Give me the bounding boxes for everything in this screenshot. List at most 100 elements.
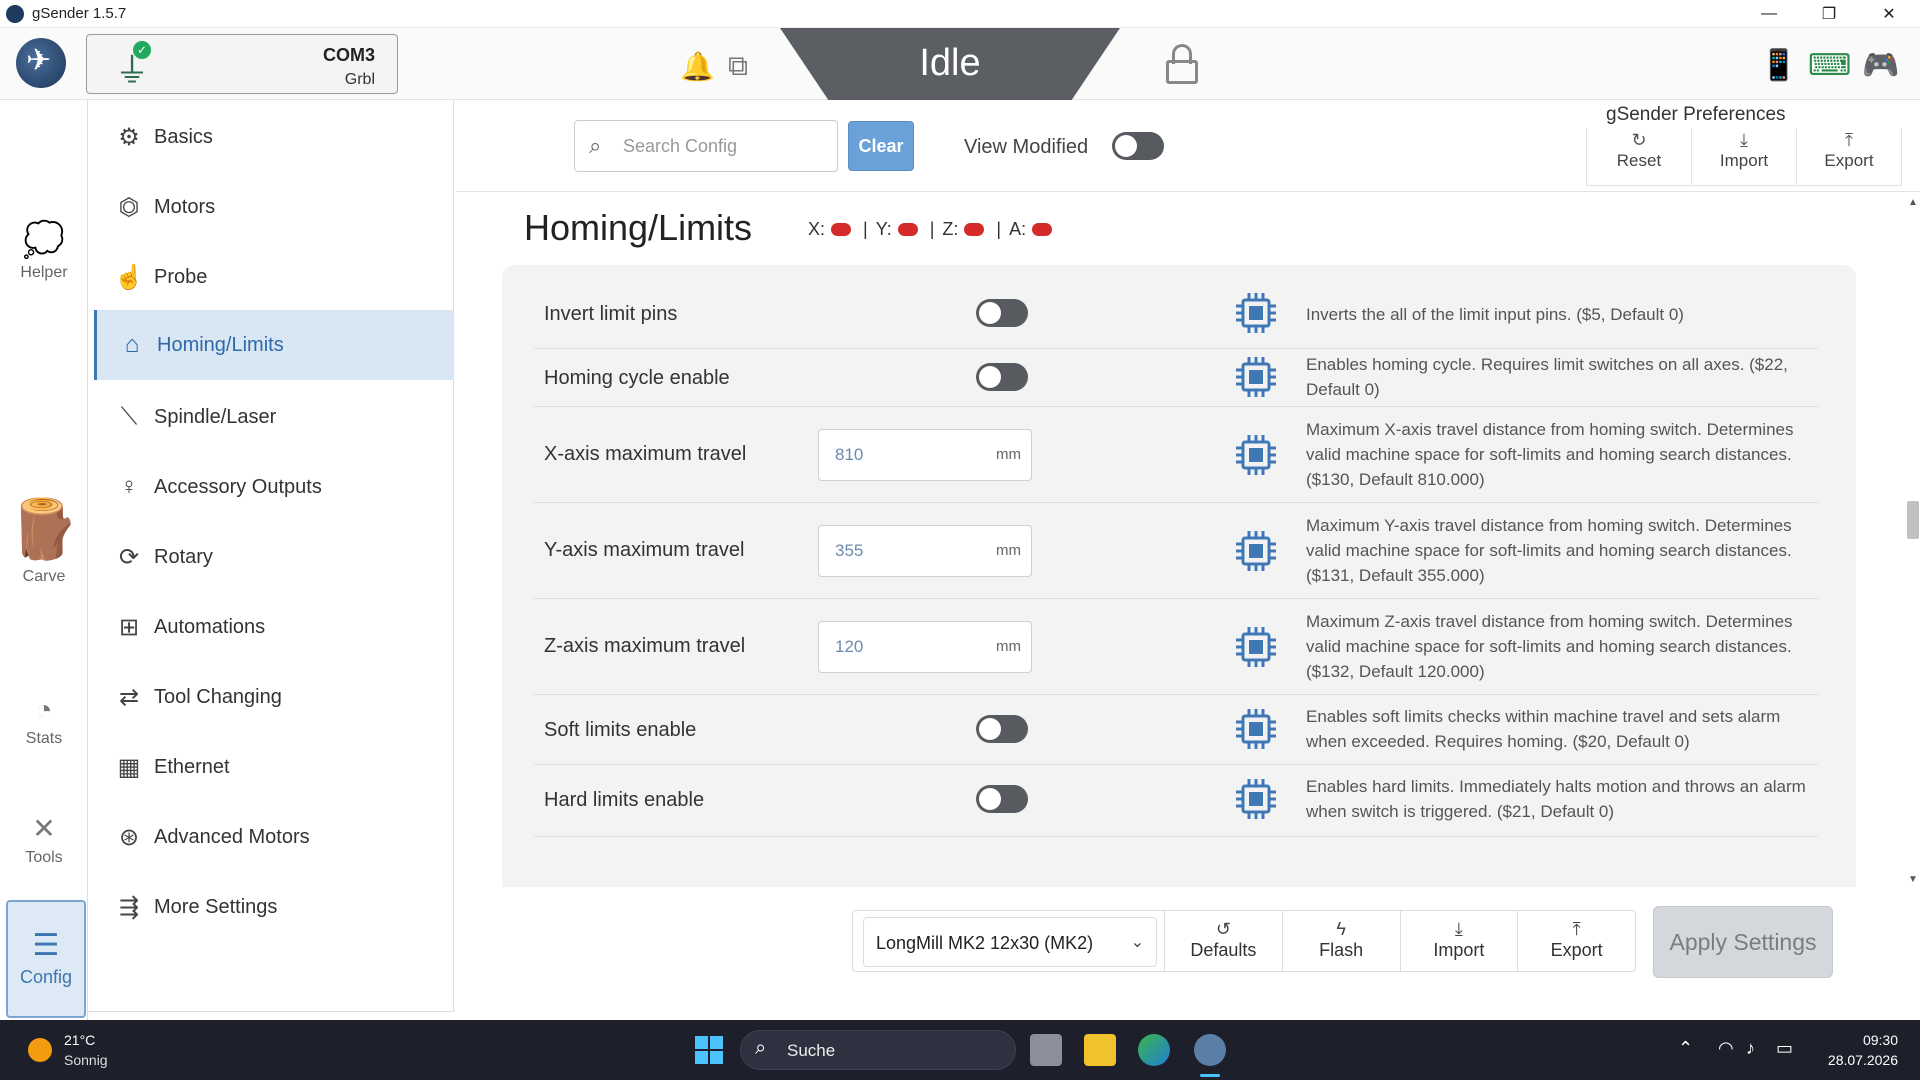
config-toolbar: ⌕ Clear View Modified gSender Preference… — [456, 100, 1920, 192]
nav-item-accessory-outputs[interactable]: ♀ Accessory Outputs — [94, 452, 454, 522]
task-view-icon[interactable] — [1030, 1034, 1062, 1066]
nav-item-ethernet[interactable]: ▦ Ethernet — [94, 732, 454, 802]
hard-limits-enable-toggle[interactable] — [976, 785, 1028, 813]
rail-item-tools[interactable]: ✕ Tools — [0, 812, 88, 867]
prefs-export-button[interactable]: ⤒ Export — [1797, 128, 1901, 185]
probe-icon: ☝ — [114, 263, 144, 291]
scroll-up-icon[interactable]: ▲ — [1908, 197, 1918, 208]
z-limit-indicator — [964, 223, 985, 236]
nav-item-basics[interactable]: ⚙ Basics — [94, 102, 454, 172]
setting-description: Maximum Z-axis travel distance from homi… — [1306, 612, 1793, 681]
motor-icon: ⏣ — [118, 193, 140, 221]
apply-settings-button[interactable]: Apply Settings — [1653, 906, 1833, 978]
reset-icon: ↻ — [1631, 130, 1647, 150]
edge-browser-icon[interactable] — [1138, 1034, 1170, 1066]
settings-panel: Invert limit pins Inverts the all of the… — [502, 265, 1856, 887]
export-settings-button[interactable]: ⤒ Export — [1518, 911, 1635, 971]
port-label: COM3 — [322, 45, 375, 65]
view-modified-toggle[interactable] — [1112, 132, 1164, 160]
chip-icon — [1236, 357, 1276, 397]
export-icon: ⤒ — [1845, 130, 1853, 150]
windows-taskbar: 21°C Sonnig ⌕ Suche ⌃ ◠ ♪ ▭ 09:30 28.07.… — [0, 1020, 1920, 1080]
keyboard-icon[interactable]: ⌨ — [1808, 48, 1851, 83]
x-max-travel-input[interactable]: 810 mm — [818, 429, 1032, 481]
connection-selector[interactable]: ⏚ ✓ COM3 Grbl — [86, 34, 398, 94]
nav-item-homing-limits[interactable]: ⌂ Homing/Limits — [94, 310, 454, 380]
gear-icon: ⚙ — [118, 123, 140, 151]
rail-item-carve[interactable]: 🪵 Carve — [0, 496, 88, 586]
setting-row: X-axis maximum travel 810 mm Maximum X-a… — [534, 407, 1818, 503]
nav-item-probe[interactable]: ☝ Probe — [94, 242, 454, 312]
homing-cycle-enable-toggle[interactable] — [976, 363, 1028, 391]
tray-chevron-icon[interactable]: ⌃ — [1678, 1038, 1693, 1059]
taskbar-search[interactable]: ⌕ Suche — [740, 1030, 1016, 1070]
bell-icon[interactable]: 🔔 — [680, 50, 715, 83]
battery-icon[interactable]: ▭ — [1776, 1038, 1793, 1059]
scroll-thumb[interactable] — [1907, 501, 1919, 539]
window-title: gSender 1.5.7 — [32, 5, 127, 22]
undo-icon: ↺ — [1215, 919, 1231, 939]
rail-item-config[interactable]: ☰ Config — [6, 900, 86, 1018]
nav-item-tool-changing[interactable]: ⇄ Tool Changing — [94, 662, 454, 732]
chip-icon — [1236, 435, 1276, 475]
volume-icon[interactable]: ♪ — [1746, 1038, 1755, 1059]
list-indent-icon: ⇶ — [118, 893, 140, 921]
import-icon: ⤓ — [1740, 130, 1748, 150]
nav-item-automations[interactable]: ⊞ Automations — [94, 592, 454, 662]
wifi-icon[interactable]: ◠ — [1718, 1038, 1734, 1059]
gsender-logo-icon — [16, 38, 66, 88]
nav-item-rotary[interactable]: ⟳ Rotary — [94, 522, 454, 592]
scroll-down-icon[interactable]: ▼ — [1908, 874, 1918, 885]
nav-item-more-settings[interactable]: ⇶ More Settings — [94, 872, 454, 942]
helper-icon: 💭 — [22, 221, 66, 259]
clear-button[interactable]: Clear — [848, 121, 914, 171]
file-explorer-icon[interactable] — [1084, 1034, 1116, 1066]
machine-profile-select[interactable]: LongMill MK2 12x30 (MK2) ⌄ — [853, 911, 1165, 971]
ethernet-icon: ▦ — [117, 753, 141, 781]
setting-description: Enables hard limits. Immediately halts m… — [1306, 777, 1806, 821]
app-logo-icon — [6, 4, 24, 23]
carve-icon: 🪵 — [7, 497, 81, 562]
close-button[interactable]: ✕ — [1860, 0, 1918, 28]
windows-start-icon[interactable] — [695, 1036, 723, 1064]
chip-icon — [1236, 779, 1276, 819]
search-input[interactable] — [623, 131, 823, 161]
nav-item-motors[interactable]: ⏣ Motors — [94, 172, 454, 242]
gsender-taskbar-icon[interactable] — [1194, 1034, 1226, 1066]
a-limit-indicator — [1032, 223, 1053, 236]
setting-label: Y-axis maximum travel — [544, 539, 745, 561]
rail-item-stats[interactable]: ◔ Stats — [0, 694, 88, 748]
import-settings-button[interactable]: ⤓ Import — [1401, 911, 1519, 971]
flash-button[interactable]: ϟ Flash — [1283, 911, 1401, 971]
search-icon: ⌕ — [755, 1037, 767, 1059]
gamepad-icon[interactable]: 🎮 — [1862, 48, 1899, 83]
minimize-button[interactable]: — — [1740, 0, 1798, 28]
top-header: ⏚ ✓ COM3 Grbl 🔔 ⧉ Idle 📱 ⌨ 🎮 — [0, 28, 1920, 104]
lock-icon[interactable] — [1166, 44, 1198, 84]
sun-icon — [28, 1038, 52, 1062]
content-scrollbar[interactable]: ▲ ▼ — [1904, 193, 1920, 887]
z-max-travel-input[interactable]: 120 mm — [818, 621, 1032, 673]
taskbar-clock[interactable]: 09:30 28.07.2026 — [1828, 1030, 1898, 1070]
setting-row: Soft limits enable Enables soft limits c… — [534, 695, 1818, 765]
y-max-travel-input[interactable]: 355 mm — [818, 525, 1032, 577]
remote-phone-icon[interactable]: 📱 — [1760, 48, 1797, 83]
rotary-icon: ⟳ — [118, 543, 140, 571]
restore-button[interactable]: ❐ — [1800, 0, 1858, 28]
prefs-reset-button[interactable]: ↻ Reset — [1587, 128, 1692, 185]
view-modified-label: View Modified — [964, 136, 1089, 158]
defaults-button[interactable]: ↺ Defaults — [1165, 911, 1283, 971]
tools-icon: ✕ — [32, 813, 56, 844]
setting-label: Soft limits enable — [544, 719, 697, 741]
spindle-icon: ⟍ — [120, 403, 138, 430]
invert-limit-pins-toggle[interactable] — [976, 299, 1028, 327]
prefs-import-button[interactable]: ⤓ Import — [1692, 128, 1797, 185]
rail-item-helper[interactable]: 💭 Helper — [0, 220, 88, 282]
workflow-icon[interactable]: ⧉ — [728, 50, 748, 83]
soft-limits-enable-toggle[interactable] — [976, 715, 1028, 743]
y-limit-indicator — [897, 223, 918, 236]
setting-row: Y-axis maximum travel 355 mm Maximum Y-a… — [534, 503, 1818, 599]
nav-item-spindle-laser[interactable]: ⟍ Spindle/Laser — [94, 382, 454, 452]
chip-icon — [1236, 709, 1276, 749]
nav-item-advanced-motors[interactable]: ⊛ Advanced Motors — [94, 802, 454, 872]
